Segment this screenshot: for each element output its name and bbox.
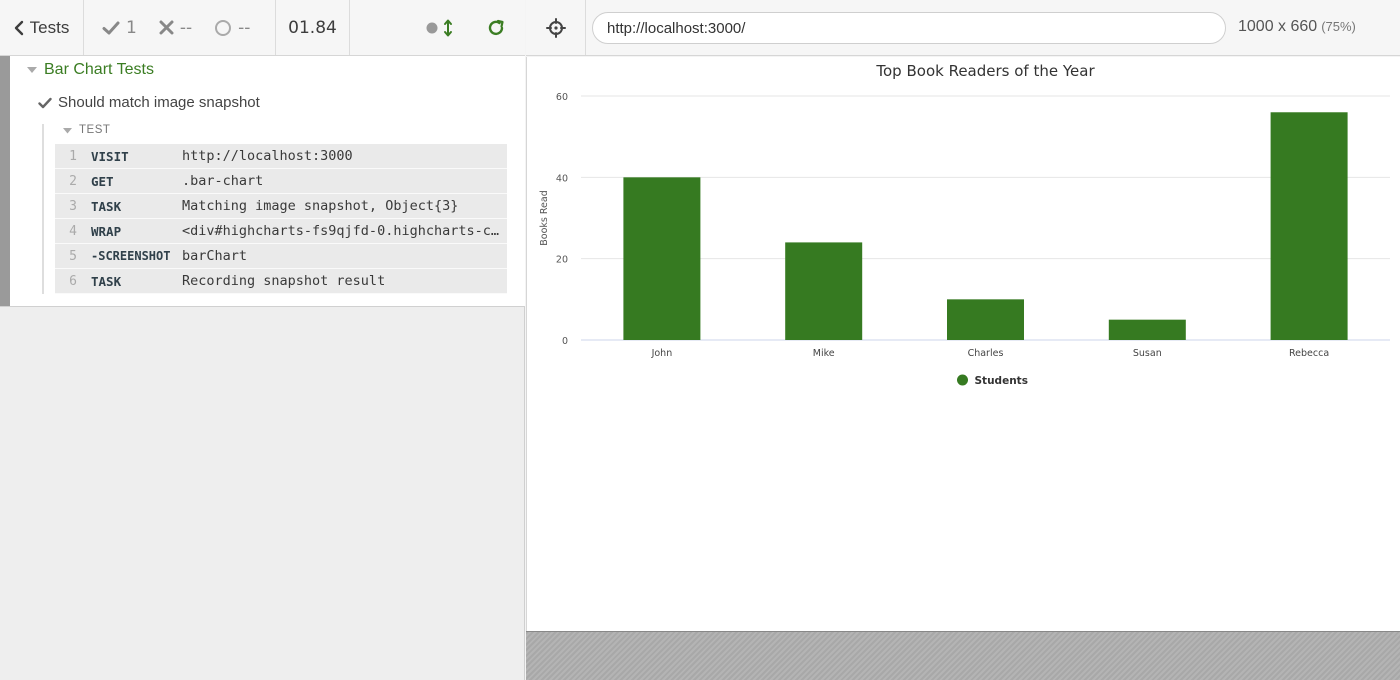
stats-group: 1 -- -- [84, 0, 276, 55]
app-frame-backdrop [526, 631, 1400, 680]
viewport-size: 1000 x 660 [1238, 18, 1318, 35]
command-message: http://localhost:3000 [182, 148, 353, 164]
legend-label: Students [975, 375, 1028, 387]
command-message: Recording snapshot result [182, 273, 386, 289]
command-row[interactable]: 4 WRAP <div#highcharts-fs9qjfd-0.highcha… [55, 219, 507, 244]
command-number: 5 [69, 248, 77, 264]
refresh-icon [488, 19, 504, 35]
y-tick-label: 20 [556, 255, 568, 266]
arrows-vertical-icon [444, 19, 452, 36]
chevron-left-icon [14, 20, 23, 35]
bar [623, 177, 701, 340]
tests-button-label: Tests [29, 17, 70, 37]
failed-count: -- [179, 17, 193, 38]
controls [350, 0, 525, 55]
y-tick-label: 60 [556, 92, 568, 103]
command-row[interactable]: 1 VISIT http://localhost:3000 [55, 144, 507, 169]
dot-icon [426, 22, 438, 33]
passed-stat: 1 [102, 18, 137, 38]
command-name: -SCREENSHOT [91, 249, 171, 263]
caret-down-icon [27, 67, 37, 73]
reporter-body: Bar Chart Tests Should match image snaps… [0, 56, 525, 307]
command-name: WRAP [91, 223, 122, 239]
check-icon [38, 97, 52, 108]
x-tick-label: John [651, 348, 673, 359]
command-name: GET [91, 173, 114, 189]
viewport-scale: (75%) [1321, 19, 1356, 34]
x-tick-label: Mike [813, 348, 835, 359]
bar [1108, 319, 1186, 340]
command-list: 1 VISIT http://localhost:3000 2 GET .bar… [55, 144, 507, 294]
test-title: Should match image snapshot [58, 94, 260, 111]
app-header: http://localhost:3000/ 1000 x 660 (75%) [526, 0, 1400, 56]
command-row[interactable]: 5 -SCREENSHOT barChart [55, 244, 507, 269]
bar [1270, 112, 1348, 340]
url-field[interactable]: http://localhost:3000/ [592, 12, 1226, 44]
x-tick-label: Rebecca [1289, 348, 1329, 359]
crosshairs-icon [545, 17, 566, 38]
chart-title: Top Book Readers of the Year [875, 62, 1095, 80]
bar [785, 242, 863, 340]
duration: 01.84 [276, 0, 350, 55]
command-name: TASK [91, 198, 122, 214]
x-icon [159, 20, 174, 35]
command-row[interactable]: 6 TASK Recording snapshot result [55, 269, 507, 294]
test-block-header[interactable]: TEST [62, 124, 110, 136]
command-number: 1 [69, 148, 77, 164]
x-tick-label: Charles [968, 348, 1004, 359]
legend-marker [957, 374, 968, 386]
selector-playground-button[interactable] [526, 0, 586, 55]
command-guide-line [42, 124, 44, 294]
command-name: VISIT [91, 148, 129, 164]
tests-button[interactable]: Tests [0, 0, 84, 55]
bar-chart: Top Book Readers of the Year 0 20 40 60 Books… [539, 62, 1390, 387]
command-message: <div#highcharts-fs9qjfd-0.highcharts-con… [182, 223, 507, 239]
test-block-label: TEST [79, 124, 111, 136]
y-tick-label: 40 [556, 173, 568, 184]
restart-button[interactable] [487, 19, 505, 37]
command-message: .bar-chart [182, 173, 264, 189]
command-row[interactable]: 2 GET .bar-chart [55, 169, 507, 194]
command-row[interactable]: 3 TASK Matching image snapshot, Object{3… [55, 194, 507, 219]
pending-count: -- [238, 17, 251, 38]
reporter-header: Tests 1 -- -- 01.84 [0, 0, 525, 56]
circle-notch-icon [215, 19, 232, 36]
y-tick-label: 0 [562, 336, 568, 347]
viewport-info[interactable]: 1000 x 660 (75%) [1238, 18, 1356, 36]
passed-count: 1 [126, 17, 137, 38]
failed-stat: -- [159, 18, 192, 38]
command-number: 2 [69, 173, 77, 189]
bar [947, 299, 1024, 340]
test-row[interactable]: Should match image snapshot [38, 94, 260, 111]
command-name: TASK [91, 273, 122, 289]
url-text: http://localhost:3000/ [607, 19, 746, 37]
command-message: barChart [182, 248, 248, 264]
command-number: 3 [69, 198, 77, 214]
runnable-state-bar [0, 56, 10, 306]
command-message: Matching image snapshot, Object{3} [182, 198, 459, 214]
reporter-panel: Tests 1 -- -- 01.84 Bar Chart Tests Shou… [0, 0, 525, 680]
check-icon [102, 21, 120, 34]
pending-stat: -- [214, 18, 250, 38]
y-axis-label: Books Read [539, 190, 550, 245]
command-number: 4 [69, 223, 77, 239]
command-number: 6 [69, 273, 77, 289]
suite-row[interactable]: Bar Chart Tests [26, 61, 154, 79]
x-tick-label: Susan [1133, 348, 1162, 359]
app-iframe: Top Book Readers of the Year 0 20 40 60 Books… [526, 57, 1400, 631]
auto-scroll-toggle[interactable] [425, 19, 453, 37]
suite-title: Bar Chart Tests [44, 61, 154, 78]
caret-down-icon [63, 127, 72, 133]
